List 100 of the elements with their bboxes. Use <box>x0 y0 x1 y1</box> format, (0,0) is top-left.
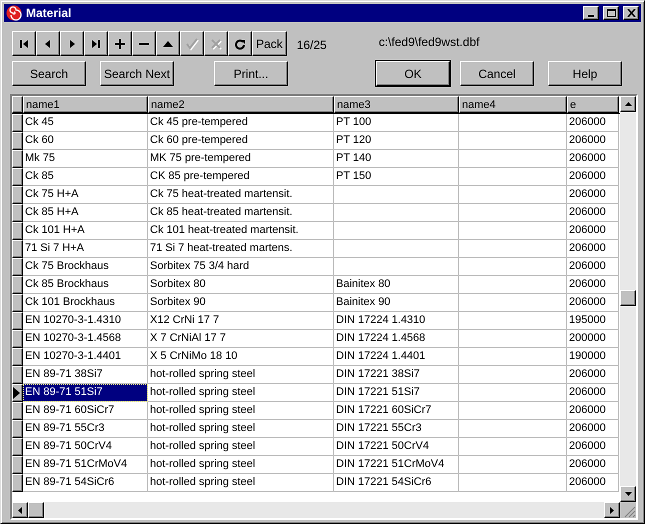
table-cell: 206000 <box>567 438 619 456</box>
last-record-icon <box>90 38 102 50</box>
row-indicator[interactable] <box>12 276 23 294</box>
row-indicator[interactable] <box>12 438 23 456</box>
table-cell: Ck 75 Brockhaus <box>23 258 148 276</box>
table-cell: 206000 <box>567 114 619 132</box>
dialog-button[interactable]: Print... <box>214 61 288 86</box>
scroll-thumb[interactable] <box>620 290 636 306</box>
table-cell: EN 10270-3-1.4310 <box>23 312 148 330</box>
row-indicator[interactable] <box>12 168 23 186</box>
table-cell: Ck 85 <box>23 168 148 186</box>
navigator-button[interactable] <box>228 31 252 56</box>
dialog-button[interactable]: Cancel <box>460 61 534 86</box>
navigator-button[interactable] <box>84 31 108 56</box>
table-cell: Sorbitex 80 <box>148 276 334 294</box>
navigator-button[interactable] <box>108 31 132 56</box>
table-cell: Mk 75 <box>23 150 148 168</box>
row-indicator[interactable] <box>12 222 23 240</box>
table-cell: DIN 17221 51CrMoV4 <box>334 456 459 474</box>
file-path: c:\fed9\fed9wst.dbf <box>378 34 480 51</box>
navigator-button[interactable] <box>12 31 36 56</box>
row-indicator[interactable] <box>12 348 23 366</box>
table-cell: DIN 17224 1.4568 <box>334 330 459 348</box>
table-cell: EN 89-71 54SiCr6 <box>23 474 148 492</box>
column-header[interactable]: name4 <box>459 96 567 113</box>
row-indicator[interactable] <box>12 330 23 348</box>
vertical-scrollbar[interactable] <box>620 96 636 502</box>
table-cell: 206000 <box>567 456 619 474</box>
table-cell: hot-rolled spring steel <box>148 366 334 384</box>
row-indicator[interactable] <box>12 258 23 276</box>
dialog-button[interactable]: OK <box>376 61 450 86</box>
row-indicator[interactable] <box>12 456 23 474</box>
navigator-button[interactable] <box>132 31 156 56</box>
table-cell: EN 89-71 60SiCr7 <box>23 402 148 420</box>
maximize-icon <box>606 9 616 17</box>
scroll-left-icon <box>18 506 22 514</box>
navigator-button[interactable] <box>156 31 180 56</box>
close-button[interactable] <box>623 6 639 20</box>
table-cell: 206000 <box>567 150 619 168</box>
table-cell: hot-rolled spring steel <box>148 456 334 474</box>
row-indicator[interactable] <box>12 312 23 330</box>
table-cell: X 5 CrNiMo 18 10 <box>148 348 334 366</box>
dialog-button[interactable]: Help <box>548 61 622 86</box>
pack-button[interactable]: Pack <box>252 31 287 56</box>
row-indicator[interactable] <box>12 420 23 438</box>
table-cell: Ck 85 Brockhaus <box>23 276 148 294</box>
app-logo-icon <box>6 5 22 21</box>
horizontal-scrollbar[interactable] <box>12 502 620 518</box>
dialog-button[interactable]: Search Next <box>100 61 174 86</box>
table-cell: DIN 17221 55Cr3 <box>334 420 459 438</box>
table-cell: Sorbitex 75 3/4 hard <box>148 258 334 276</box>
row-indicator[interactable] <box>12 366 23 384</box>
table-cell: 206000 <box>567 240 619 258</box>
column-header[interactable]: name1 <box>23 96 148 113</box>
plus-icon <box>114 38 126 50</box>
dialog-button[interactable]: Search <box>12 61 86 86</box>
table-cell: PT 140 <box>334 150 459 168</box>
table-cell: Ck 45 pre-tempered <box>148 114 334 132</box>
row-indicator[interactable] <box>12 294 23 312</box>
scroll-right-icon <box>610 506 614 514</box>
table-cell: 206000 <box>567 276 619 294</box>
column-header[interactable]: name2 <box>148 96 334 113</box>
table-cell: DIN 17221 38Si7 <box>334 366 459 384</box>
scroll-thumb[interactable] <box>28 502 44 518</box>
table-cell: 71 Si 7 heat-treated martens. <box>148 240 334 258</box>
table-cell: Ck 75 H+A <box>23 186 148 204</box>
refresh-icon <box>234 38 246 50</box>
row-indicator[interactable] <box>12 240 23 258</box>
table-cell: 190000 <box>567 348 619 366</box>
window-title: Material <box>26 5 72 22</box>
row-indicator[interactable] <box>12 204 23 222</box>
table-cell: EN 89-71 55Cr3 <box>23 420 148 438</box>
row-indicator[interactable] <box>12 114 23 132</box>
table-cell: PT 120 <box>334 132 459 150</box>
table-cell: Ck 85 H+A <box>23 204 148 222</box>
table-cell: Sorbitex 90 <box>148 294 334 312</box>
row-indicator[interactable] <box>12 402 23 420</box>
table-cell: EN 89-71 51CrMoV4 <box>23 456 148 474</box>
table-cell: X 7 CrNiAl 17 7 <box>148 330 334 348</box>
maximize-button[interactable] <box>603 6 619 20</box>
table-cell: DIN 17221 60SiCr7 <box>334 402 459 420</box>
table-cell: 206000 <box>567 168 619 186</box>
column-header[interactable]: e <box>567 96 619 113</box>
table-cell: 206000 <box>567 186 619 204</box>
column-header[interactable]: name3 <box>334 96 459 113</box>
table-cell: X12 CrNi 17 7 <box>148 312 334 330</box>
table-cell: DIN 17221 51Si7 <box>334 384 459 402</box>
navigator-button[interactable] <box>60 31 84 56</box>
row-indicator[interactable] <box>12 150 23 168</box>
scroll-up-icon <box>624 102 632 106</box>
row-indicator[interactable] <box>12 474 23 492</box>
table-cell: EN 10270-3-1.4401 <box>23 348 148 366</box>
row-indicator[interactable] <box>12 384 23 402</box>
table-cell: Ck 75 heat-treated martensit. <box>148 186 334 204</box>
minimize-button[interactable] <box>583 6 599 20</box>
row-indicator[interactable] <box>12 132 23 150</box>
table-cell: hot-rolled spring steel <box>148 420 334 438</box>
navigator-button[interactable] <box>36 31 60 56</box>
row-indicator[interactable] <box>12 186 23 204</box>
table-cell: hot-rolled spring steel <box>148 474 334 492</box>
